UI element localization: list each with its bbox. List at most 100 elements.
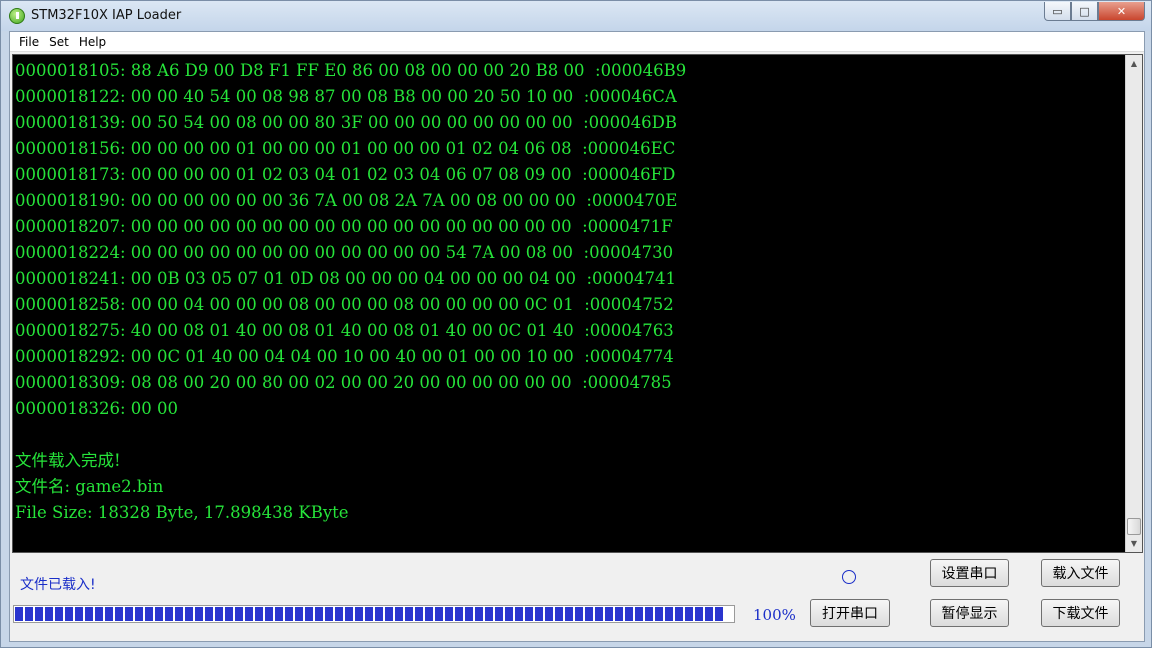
progress-block bbox=[505, 607, 513, 621]
console-line: 0000018275: 40 00 08 01 40 00 08 01 40 0… bbox=[15, 321, 674, 340]
progress-block bbox=[175, 607, 183, 621]
progress-block bbox=[295, 607, 303, 621]
progress-block bbox=[495, 607, 503, 621]
progress-block bbox=[445, 607, 453, 621]
progress-block bbox=[355, 607, 363, 621]
console-line: 0000018292: 00 0C 01 40 00 04 04 00 10 0… bbox=[15, 347, 674, 366]
progress-block bbox=[665, 607, 673, 621]
set-serial-button[interactable]: 设置串口 bbox=[930, 559, 1009, 587]
progress-block bbox=[65, 607, 73, 621]
console-line: 0000018326: 00 00 bbox=[15, 399, 179, 418]
app-window: STM32F10X IAP Loader ▭ □ ✕ File Set Help… bbox=[0, 0, 1152, 648]
console-line: 0000018241: 00 0B 03 05 07 01 0D 08 00 0… bbox=[15, 269, 677, 288]
progress-block bbox=[415, 607, 423, 621]
progress-block bbox=[625, 607, 633, 621]
minimize-button[interactable]: ▭ bbox=[1044, 2, 1071, 21]
progress-block bbox=[715, 607, 723, 621]
progress-block bbox=[365, 607, 373, 621]
progress-block bbox=[375, 607, 383, 621]
progress-block bbox=[165, 607, 173, 621]
progress-block bbox=[155, 607, 163, 621]
window-title: STM32F10X IAP Loader bbox=[31, 8, 182, 23]
download-file-button[interactable]: 下载文件 bbox=[1041, 599, 1120, 627]
console-line: 0000018190: 00 00 00 00 00 00 36 7A 00 0… bbox=[15, 191, 678, 210]
progress-bar bbox=[13, 605, 735, 623]
progress-block bbox=[565, 607, 573, 621]
progress-block bbox=[525, 607, 533, 621]
console-line: 0000018224: 00 00 00 00 00 00 00 00 00 0… bbox=[15, 243, 674, 262]
console-line: 0000018139: 00 50 54 00 08 00 00 80 3F 0… bbox=[15, 113, 677, 132]
maximize-button[interactable]: □ bbox=[1071, 2, 1098, 21]
progress-block bbox=[405, 607, 413, 621]
progress-block bbox=[285, 607, 293, 621]
load-file-button[interactable]: 载入文件 bbox=[1041, 559, 1120, 587]
console-line: File Size: 18328 Byte, 17.898438 KByte bbox=[15, 503, 349, 522]
progress-block bbox=[605, 607, 613, 621]
menu-file[interactable]: File bbox=[14, 35, 44, 49]
window-controls: ▭ □ ✕ bbox=[1044, 2, 1145, 22]
progress-block bbox=[85, 607, 93, 621]
progress-block bbox=[595, 607, 603, 621]
progress-block bbox=[555, 607, 563, 621]
progress-block bbox=[115, 607, 123, 621]
progress-block bbox=[685, 607, 693, 621]
progress-block bbox=[615, 607, 623, 621]
console-line: 0000018173: 00 00 00 00 01 02 03 04 01 0… bbox=[15, 165, 676, 184]
progress-block bbox=[135, 607, 143, 621]
app-logo-icon bbox=[9, 8, 25, 24]
progress-block bbox=[245, 607, 253, 621]
progress-block bbox=[325, 607, 333, 621]
progress-block bbox=[435, 607, 443, 621]
open-serial-button[interactable]: 打开串口 bbox=[810, 599, 890, 627]
close-button[interactable]: ✕ bbox=[1098, 2, 1145, 21]
progress-block bbox=[125, 607, 133, 621]
progress-block bbox=[545, 607, 553, 621]
progress-block bbox=[25, 607, 33, 621]
progress-block bbox=[275, 607, 283, 621]
progress-block bbox=[255, 607, 263, 621]
console-line: 0000018156: 00 00 00 00 01 00 00 00 01 0… bbox=[15, 139, 676, 158]
connection-indicator-icon bbox=[842, 570, 856, 584]
status-message: 文件已载入! bbox=[20, 577, 96, 593]
progress-block bbox=[585, 607, 593, 621]
vertical-scrollbar[interactable]: ▲ ▼ bbox=[1125, 55, 1142, 552]
progress-block bbox=[35, 607, 43, 621]
progress-block bbox=[305, 607, 313, 621]
title-bar[interactable]: STM32F10X IAP Loader ▭ □ ✕ bbox=[1, 1, 1151, 31]
menu-bar: File Set Help bbox=[10, 32, 1144, 52]
progress-block bbox=[205, 607, 213, 621]
progress-block bbox=[265, 607, 273, 621]
progress-block bbox=[55, 607, 63, 621]
progress-block bbox=[485, 607, 493, 621]
progress-block bbox=[655, 607, 663, 621]
progress-block bbox=[145, 607, 153, 621]
progress-block bbox=[425, 607, 433, 621]
progress-block bbox=[535, 607, 543, 621]
progress-block bbox=[645, 607, 653, 621]
scroll-down-icon[interactable]: ▼ bbox=[1126, 535, 1142, 552]
output-console[interactable]: 0000018105: 88 A6 D9 00 D8 F1 FF E0 86 0… bbox=[12, 54, 1143, 553]
progress-block bbox=[15, 607, 23, 621]
progress-fill bbox=[15, 607, 733, 621]
menu-set[interactable]: Set bbox=[44, 35, 74, 49]
progress-block bbox=[235, 607, 243, 621]
console-line: 文件载入完成! bbox=[15, 451, 121, 470]
progress-block bbox=[45, 607, 53, 621]
scroll-up-icon[interactable]: ▲ bbox=[1126, 55, 1142, 72]
progress-block bbox=[635, 607, 643, 621]
progress-block bbox=[705, 607, 713, 621]
progress-block bbox=[345, 607, 353, 621]
progress-block bbox=[185, 607, 193, 621]
progress-block bbox=[105, 607, 113, 621]
scroll-thumb[interactable] bbox=[1127, 518, 1141, 535]
console-line: 0000018258: 00 00 04 00 00 00 08 00 00 0… bbox=[15, 295, 674, 314]
console-line: 文件名: game2.bin bbox=[15, 477, 164, 496]
progress-block bbox=[215, 607, 223, 621]
console-line: 0000018122: 00 00 40 54 00 08 98 87 00 0… bbox=[15, 87, 677, 106]
progress-block bbox=[475, 607, 483, 621]
progress-block bbox=[395, 607, 403, 621]
menu-help[interactable]: Help bbox=[74, 35, 111, 49]
pause-display-button[interactable]: 暂停显示 bbox=[930, 599, 1009, 627]
progress-percent: 100% bbox=[753, 606, 796, 624]
